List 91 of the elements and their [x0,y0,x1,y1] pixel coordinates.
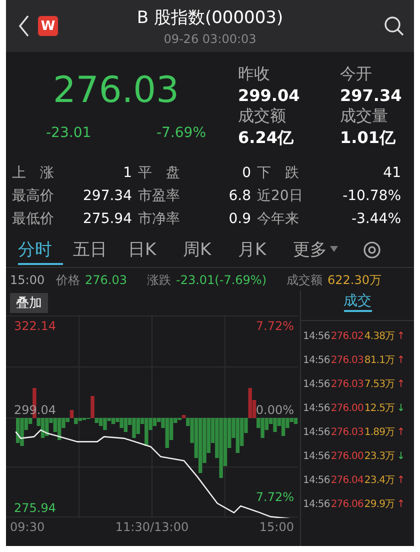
stat-value: 1 [122,164,133,183]
index-title: B 股指数(000003) [136,7,284,29]
field-label: 今开 [340,64,373,84]
axis-label: 0.00% [256,403,294,417]
time-label: 09:30 [10,520,45,534]
stat-value: 0.9 [228,210,252,229]
info-value: -23.01(-7.69%) [176,273,266,287]
price-change: -23.01 [46,125,92,141]
stat-label: 下 跌 [256,164,300,183]
direction-arrow: ↑ [396,498,405,510]
stat-value: 6.8 [228,187,252,206]
field-label: 成交额 [238,106,287,126]
stat-label: 最高价 [11,187,55,206]
field-value: 297.34 [340,86,403,104]
trade-time: 14:56 [303,498,330,510]
field-value: 1.01亿 [340,128,396,148]
trade-volume: 4.38万 [364,330,395,343]
stat-value: -10.78% [342,187,402,206]
trade-price: 276.06 [330,498,364,510]
trade-price: 276.02 [330,330,364,342]
trade-price: 276.03 [330,354,364,366]
trades-tab[interactable]: 成交 [344,292,372,312]
info-label: 涨跌 [147,272,171,288]
axis-label: 322.14 [14,319,56,333]
time-label: 11:30/13:00 [115,520,189,534]
trade-price: 276.03 [330,378,364,390]
trade-volume: 23.3万 [364,450,395,463]
stat-label: 平 盘 [137,164,181,183]
axis-label: 7.72% [256,490,294,504]
trade-time: 14:56 [303,378,330,390]
direction-arrow: ↑ [396,330,405,342]
stat-value: -3.44% [350,210,402,229]
chart-tab[interactable]: 五日 [73,235,128,265]
percent-change: -7.69% [156,125,206,141]
current-price: 276.03 [53,71,179,111]
app-logo: W [38,16,58,36]
search-icon[interactable] [384,16,404,36]
trade-price: 276.00 [330,450,364,462]
stat-value: 297.34 [82,187,133,206]
direction-arrow: ↑ [396,354,405,366]
current-time: 15:00 [10,273,46,287]
trade-time: 14:56 [303,474,330,486]
trade-time: 14:56 [303,450,330,462]
direction-arrow: ↑ [396,426,405,438]
chart-tab[interactable]: 分时 [18,235,63,265]
direction-arrow: ↓ [396,450,405,462]
chart-tab[interactable]: 月K [238,235,293,265]
info-value: 276.03 [85,273,127,287]
stat-value: 275.94 [82,210,133,229]
stat-label: 市净率 [137,210,181,229]
trade-time: 14:56 [303,330,330,342]
stat-label: 近20日 [256,187,304,206]
stat-label: 最低价 [11,210,55,229]
trade-time: 14:56 [303,426,330,438]
axis-label: 7.72% [256,319,294,333]
caret-icon [330,246,338,252]
stat-label: 上 涨 [11,164,55,183]
time-label: 15:00 [259,520,294,534]
trade-price: 276.00 [330,402,364,414]
trade-volume: 1.89万 [364,426,395,439]
more-tab[interactable]: 更多 [293,235,357,265]
trade-time: 14:56 [303,354,330,366]
direction-arrow: ↑ [396,474,405,486]
info-label: 价格 [56,272,80,288]
trade-volume: 29.9万 [364,498,395,511]
direction-arrow: ↑ [396,378,405,390]
trade-time: 14:56 [303,402,330,414]
trade-volume: 81.1万 [364,354,395,367]
update-time: 09-26 03:00:03 [164,32,256,46]
trade-price: 276.04 [330,474,364,486]
field-label: 昨收 [238,64,271,84]
trade-volume: 12.5万 [364,402,395,415]
back-icon[interactable] [18,15,30,37]
trade-price: 276.03 [330,426,364,438]
stat-label: 市盈率 [137,187,181,206]
chart-tab[interactable]: 周K [183,235,238,265]
trade-volume: 7.53万 [364,378,395,391]
info-label: 成交额 [286,272,322,288]
chart-tab[interactable]: 日K [128,235,183,265]
trade-volume: 23.4万 [364,474,395,487]
settings-icon[interactable] [363,241,381,259]
info-value: 622.30万 [328,272,382,288]
overlay-button[interactable]: 叠加 [10,293,48,313]
stat-value: 0 [241,164,252,183]
field-label: 成交量 [340,106,389,126]
axis-label: 275.94 [14,501,56,515]
stat-value: 41 [382,164,402,183]
direction-arrow: ↓ [396,402,405,414]
field-value: 6.24亿 [238,128,294,148]
stat-label: 今年来 [256,210,300,229]
field-value: 299.04 [238,86,301,104]
